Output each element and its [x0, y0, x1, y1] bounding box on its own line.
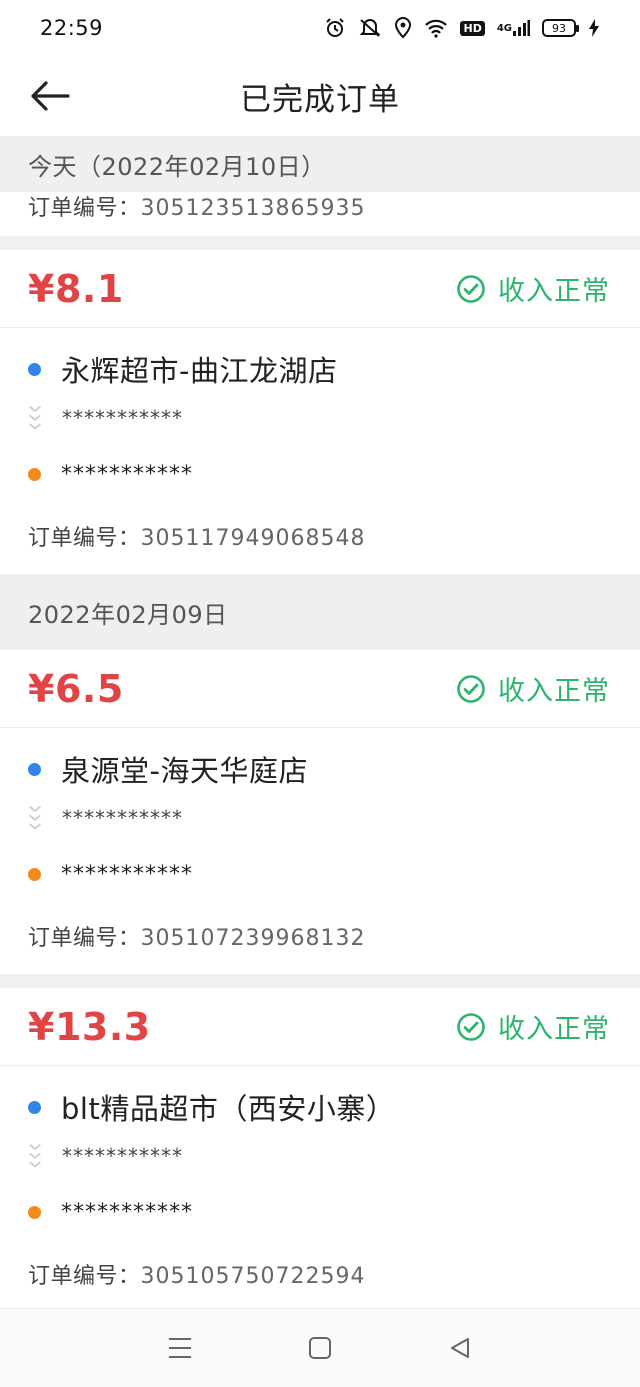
order-number-value: 305117949068548	[140, 526, 366, 551]
shop-name: 永辉超市-曲江龙湖店	[61, 354, 338, 388]
pickup-row: blt精品超市（西安小寨）	[28, 1086, 612, 1128]
location-icon	[394, 17, 412, 39]
menu-button[interactable]	[150, 1318, 210, 1378]
battery-indicator: 93	[542, 19, 579, 37]
home-button[interactable]	[290, 1318, 350, 1378]
income-status-label: 收入正常	[498, 676, 610, 707]
back-triangle-icon	[451, 1338, 469, 1358]
back-nav-button[interactable]	[430, 1318, 490, 1378]
pickup-row: 泉源堂-海天华庭店	[28, 748, 612, 790]
hd-badge: HD	[460, 20, 485, 36]
order-number-label: 订单编号：	[28, 926, 141, 951]
dropoff-address: ***********	[61, 1199, 193, 1225]
alarm-icon	[324, 17, 346, 39]
dropoff-address: ***********	[61, 861, 193, 887]
income-status: 收入正常	[456, 1007, 610, 1046]
order-card-body: 泉源堂-海天华庭店 *********** *********** 订单编号：3…	[0, 728, 640, 974]
order-card-body: blt精品超市（西安小寨） *********** *********** 订单…	[0, 1066, 640, 1308]
order-price: ¥13.3	[28, 1004, 151, 1049]
charging-icon	[588, 18, 600, 38]
order-number: 订单编号：305123513865935	[28, 190, 365, 222]
back-button[interactable]	[28, 76, 72, 116]
date-header-today: 今天（2022年02月10日）	[0, 136, 640, 192]
check-circle-icon	[457, 274, 485, 303]
nav-bar: 已完成订单	[0, 56, 640, 136]
pickup-address: ***********	[62, 1144, 183, 1168]
chevrons-down-icon	[28, 802, 42, 834]
order-number-label: 订单编号：	[28, 526, 141, 551]
check-circle-icon	[457, 1012, 485, 1041]
check-circle-icon	[457, 674, 485, 703]
shop-name: blt精品超市（西安小寨）	[61, 1092, 396, 1126]
dropoff-row: ***********	[28, 1184, 612, 1240]
pickup-address: ***********	[62, 806, 183, 830]
menu-icon	[169, 1338, 191, 1358]
card-gap	[0, 236, 640, 250]
order-card[interactable]: ¥6.5 收入正常 泉源堂-海天华庭店 *********** ********…	[0, 650, 640, 974]
dropoff-dot	[28, 867, 41, 881]
shop-name: 泉源堂-海天华庭店	[61, 754, 308, 788]
network-label: 4G	[496, 22, 512, 34]
order-price: ¥8.1	[28, 266, 124, 311]
order-price: ¥6.5	[28, 666, 124, 711]
order-number: 订单编号：305105750722594	[28, 1240, 612, 1308]
order-number: 订单编号：305107239968132	[28, 902, 612, 974]
income-status-label: 收入正常	[498, 1014, 610, 1045]
arrow-left-icon	[31, 81, 70, 111]
pickup-address: ***********	[62, 406, 183, 430]
order-number-value: 305107239968132	[140, 926, 366, 951]
order-number-value: 305105750722594	[140, 1264, 366, 1289]
status-time: 22:59	[40, 16, 104, 40]
income-status-label: 收入正常	[498, 276, 610, 307]
order-number: 订单编号：305117949068548	[28, 502, 612, 574]
card-gap	[0, 974, 640, 988]
order-card-header: ¥8.1 收入正常	[0, 250, 640, 328]
mute-icon	[358, 17, 382, 39]
date-header: 2022年02月09日	[0, 574, 640, 650]
order-card-header: ¥6.5 收入正常	[0, 650, 640, 728]
screen: 22:59 HD 4G 93 已完成订单 今天（2022年02月10日） 订单编…	[0, 0, 640, 1387]
chevrons-down-icon	[28, 1140, 42, 1172]
pickup-address-row: ***********	[28, 390, 612, 446]
page-title: 已完成订单	[240, 81, 400, 118]
status-icons: HD 4G 93	[324, 17, 600, 39]
dropoff-dot	[28, 1205, 41, 1219]
dropoff-row: ***********	[28, 846, 612, 902]
pickup-dot	[28, 1100, 41, 1114]
signal-icon: 4G	[497, 19, 530, 37]
order-card-header: ¥13.3 收入正常	[0, 988, 640, 1066]
order-card[interactable]: ¥8.1 收入正常 永辉超市-曲江龙湖店 *********** *******…	[0, 250, 640, 574]
pickup-row: 永辉超市-曲江龙湖店	[28, 348, 612, 390]
dropoff-row: ***********	[28, 446, 612, 502]
order-card-body: 永辉超市-曲江龙湖店 *********** *********** 订单编号：…	[0, 328, 640, 574]
income-status: 收入正常	[456, 669, 610, 708]
wifi-icon	[424, 18, 448, 38]
chevrons-down-icon	[28, 402, 42, 434]
pickup-address-row: ***********	[28, 790, 612, 846]
pickup-dot	[28, 362, 41, 376]
system-nav-bar	[0, 1308, 640, 1387]
dropoff-dot	[28, 467, 41, 481]
order-number-label: 订单编号：	[28, 196, 141, 221]
status-bar: 22:59 HD 4G 93	[0, 0, 640, 56]
order-list[interactable]: 今天（2022年02月10日） 订单编号：305123513865935 ¥8.…	[0, 136, 640, 1308]
home-square-icon	[309, 1337, 331, 1359]
pickup-address-row: ***********	[28, 1128, 612, 1184]
dropoff-address: ***********	[61, 461, 193, 487]
pickup-dot	[28, 762, 41, 776]
order-card[interactable]: ¥13.3 收入正常 blt精品超市（西安小寨） *********** ***…	[0, 988, 640, 1308]
order-number-label: 订单编号：	[28, 1264, 141, 1289]
order-number-value: 305123513865935	[140, 196, 366, 221]
income-status: 收入正常	[456, 269, 610, 308]
